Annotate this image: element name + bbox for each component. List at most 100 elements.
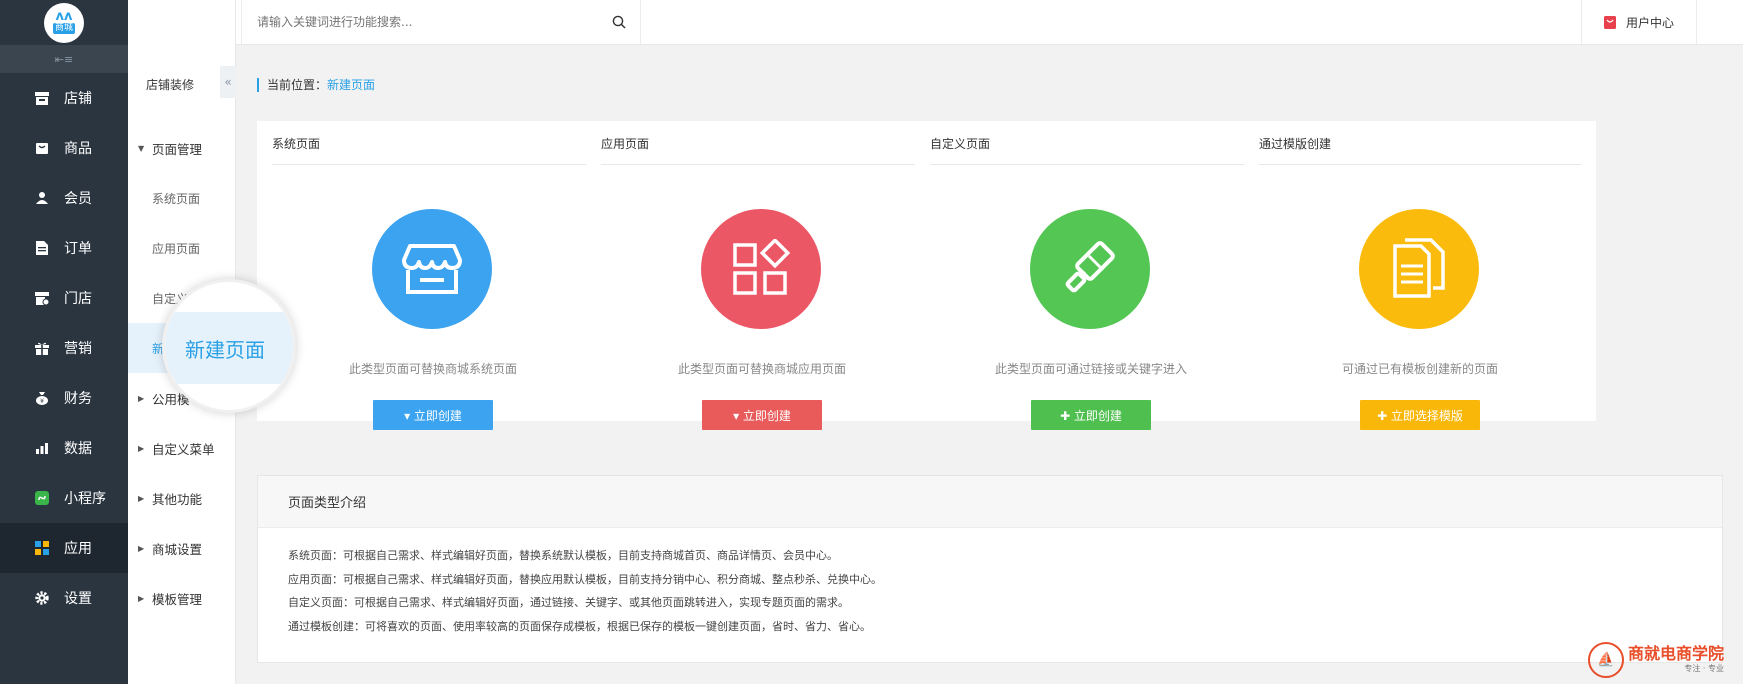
create-app-page-button[interactable]: ▾ 立即创建 [702,400,822,430]
storefront-icon [402,244,462,294]
sidebar-item-label: 营销 [64,341,92,357]
choose-template-button[interactable]: ✚ 立即选择模版 [1360,400,1480,430]
card-icon-circle [1359,209,1479,329]
sidebar-item-label: 商品 [64,141,92,157]
card-description: 此类型页面可通过链接或关键字进入 [994,362,1187,376]
user-center-icon [1603,15,1616,29]
subnav-group-other[interactable]: ▶ 其他功能 [128,473,235,523]
card-custom-page: 自定义页面 此类型页面可通过链接或关键字进入 ✚ 立即创建 [915,121,1267,430]
sidebar-item-outlets[interactable]: 门店 [0,273,128,323]
intro-line: 自定义页面：可根据自己需求、样式编辑好页面，通过链接、关键字、或其他页面跳转进入… [288,596,849,609]
main-content: 当前位置：新建页面 系统页面 此类型页面可替换商城系统页面 ▾ 立即创建 应用页… [237,45,1743,684]
card-description: 此类型页面可替换商城系统页面 [348,362,517,376]
gear-icon [34,590,50,606]
chart-icon [34,440,50,456]
divider [930,164,1252,165]
card-description: 此类型页面可替换商城应用页面 [677,362,846,376]
double-chevron-left-icon: « [224,75,232,89]
sidebar-item-label: 设置 [64,591,92,607]
card-title: 自定义页面 [930,137,991,151]
subnav-item-system-pages[interactable]: 系统页面 [128,173,235,223]
caret-right-icon: ▶ [138,493,145,503]
document-icon [34,240,50,256]
user-center-button[interactable]: 用户中心 [1581,0,1697,44]
sidebar-item-label: 门店 [64,291,92,307]
logo-area[interactable]: ʌʌ 商城 [0,0,128,45]
sidebar-item-store[interactable]: 店铺 [0,73,128,123]
sidebar-item-marketing[interactable]: 营销 [0,323,128,373]
svg-text:¥: ¥ [40,398,44,405]
intro-line: 系统页面：可根据自己需求、样式编辑好页面，替换系统默认模板，目前支持商城首页、商… [288,549,838,562]
sidebar-item-label: 会员 [64,191,92,207]
shop-icon [34,290,50,306]
apps-grid-icon [733,239,791,295]
watermark-name: 商就电商学院 [1628,644,1725,663]
subnav-group-label: 商城设置 [152,541,203,557]
search-bar [242,0,641,44]
watermark-logo: ⛵ 商就电商学院 专注 · 专业 [1588,640,1738,680]
card-title: 系统页面 [272,137,321,151]
sidebar-item-members[interactable]: 会员 [0,173,128,223]
sidebar-item-label: 订单 [64,241,92,257]
sidebar-item-settings[interactable]: 设置 [0,573,128,623]
sidebar-item-data[interactable]: 数据 [0,423,128,473]
user-center-label: 用户中心 [1625,15,1674,30]
breadcrumb: 当前位置：新建页面 [257,78,375,92]
sidebar-item-label: 数据 [64,441,92,457]
create-system-page-button[interactable]: ▾ 立即创建 [373,400,493,430]
card-app-page: 应用页面 此类型页面可替换商城应用页面 ▾ 立即创建 [586,121,938,430]
main-sidebar: ʌʌ 商城 ⇤≡ 店铺 商品 会员 订单 门店 营销 ¥ 财务 数据 小程序 应用… [0,0,128,684]
divider [272,164,594,165]
search-input[interactable] [257,15,612,29]
search-icon[interactable] [612,15,626,29]
divider [1259,164,1581,165]
sidebar-item-label: 应用 [64,541,92,557]
sidebar-item-miniprogram[interactable]: 小程序 [0,473,128,523]
card-title: 通过模版创建 [1259,137,1332,151]
store-icon [34,90,50,106]
sidebar-item-label: 小程序 [64,491,106,507]
intro-line: 通过模板创建：可将喜欢的页面、使用率较高的页面保存成模板，根据已保存的模板一键创… [288,619,871,633]
subnav-group-label: 其他功能 [152,491,203,507]
caret-right-icon: ▶ [138,443,145,453]
magnified-label: 新建页面 [185,338,265,362]
intro-line: 应用页面：可根据自己需求、样式编辑好页面，替换应用默认模板，目前支持分销中心、积… [288,572,882,586]
subnav-group-mall-settings[interactable]: ▶ 商城设置 [128,523,235,573]
apps-icon [34,540,50,556]
collapse-icon: ⇤≡ [54,52,74,66]
sidebar-item-label: 店铺 [64,91,92,107]
sidebar-item-orders[interactable]: 订单 [0,223,128,273]
create-custom-page-button[interactable]: ✚ 立即创建 [1031,400,1151,430]
paint-roller-icon [1065,241,1115,293]
caret-right-icon: ▶ [138,543,145,553]
subnav-group-page-management[interactable]: ▼ 页面管理 [128,123,235,173]
miniprogram-icon [34,490,50,506]
watermark-tagline: 专注 · 专业 [1684,664,1725,673]
page-type-intro: 页面类型介绍 系统页面：可根据自己需求、样式编辑好页面，替换系统默认模板，目前支… [257,475,1723,663]
logo-text: 商城 [52,23,75,34]
card-icon-circle [372,209,492,329]
sidebar-item-finance[interactable]: ¥ 财务 [0,373,128,423]
sidebar-collapse-button[interactable]: ⇤≡ [0,45,128,73]
card-icon-circle [1030,209,1150,329]
top-bar: 用户中心 [128,0,1743,45]
breadcrumb-current[interactable]: 新建页面 [327,78,375,92]
watermark-seal-icon: ⛵ [1588,642,1624,678]
card-title: 应用页面 [601,137,650,151]
subnav-group-template-mgmt[interactable]: ▶ 模板管理 [128,573,235,623]
divider [601,164,923,165]
card-system-page: 系统页面 此类型页面可替换商城系统页面 ▾ 立即创建 [257,121,609,430]
sidebar-item-products[interactable]: 商品 [0,123,128,173]
sidebar-item-apps[interactable]: 应用 [0,523,128,573]
subnav-group-label: 自定义菜单 [152,441,215,457]
subnav-collapse-button[interactable]: « [220,66,236,98]
caret-right-icon: ▶ [138,593,145,603]
card-template-create: 通过模版创建 可通过已有模板创建新的页面 ✚ 立即选择模版 [1244,121,1596,430]
sidebar-item-label: 财务 [64,391,92,407]
magnifier-overlay: 新建页面 [162,279,296,413]
subnav-item-app-pages[interactable]: 应用页面 [128,223,235,273]
logo-mark: ʌʌ [55,9,73,24]
subnav-group-custom-menu[interactable]: ▶ 自定义菜单 [128,423,235,473]
subnav-title: 店铺装修 [146,77,195,92]
documents-icon [1393,238,1445,298]
